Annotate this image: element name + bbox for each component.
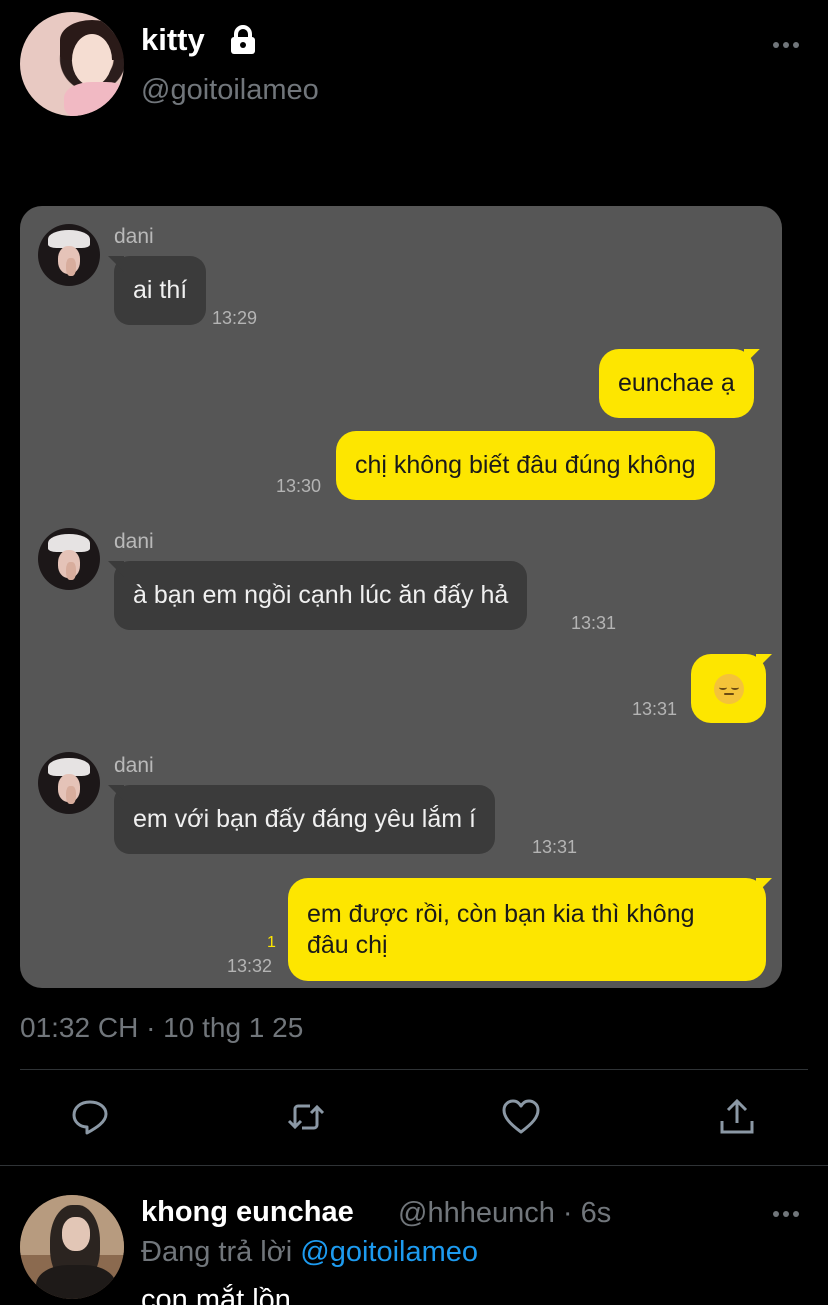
dani-avatar xyxy=(38,752,100,814)
dani-avatar xyxy=(38,528,100,590)
like-icon[interactable] xyxy=(501,1097,541,1137)
message-text: ai thí xyxy=(133,276,188,304)
message-time: 13:31 xyxy=(532,837,578,857)
more-options-icon[interactable] xyxy=(772,40,800,50)
sender-name: dani xyxy=(114,754,154,777)
message-time: 13:31 xyxy=(571,613,617,633)
reply-author-avatar[interactable] xyxy=(20,1195,124,1299)
replying-to: Đang trả lời @goitoilameo xyxy=(141,1236,478,1269)
outgoing-message: em được rồi, còn bạn kia thì không đâu c… xyxy=(288,878,766,981)
message-time: 13:31 xyxy=(632,699,678,719)
retweet-icon[interactable] xyxy=(286,1097,326,1137)
message-time: 13:29 xyxy=(212,308,258,328)
message-text: eunchae ạ xyxy=(618,369,735,397)
sender-name: dani xyxy=(114,530,154,553)
message-text-line: em được rồi, còn bạn kia thì không xyxy=(307,899,695,928)
outgoing-message xyxy=(691,654,766,723)
reply-author-handle-time[interactable]: @hhheunch · 6s xyxy=(398,1197,611,1230)
relieved-face-emoji xyxy=(713,673,744,704)
author-display-name[interactable]: kitty xyxy=(141,22,205,58)
message-text-line: đâu chị xyxy=(307,930,388,959)
author-avatar[interactable] xyxy=(20,12,124,116)
author-handle[interactable]: @goitoilameo xyxy=(141,74,319,107)
outgoing-message: eunchae ạ xyxy=(599,349,754,418)
message-text: à bạn em ngồi cạnh lúc ăn đấy hả xyxy=(133,581,509,609)
lock-icon xyxy=(231,25,255,54)
incoming-message: à bạn em ngồi cạnh lúc ăn đấy hả xyxy=(114,561,528,630)
reply-text: con mắt lồn xyxy=(141,1284,291,1305)
divider xyxy=(0,1165,828,1166)
unread-count: 1 xyxy=(267,934,276,951)
message-text: em với bạn đấy đáng yêu lắm í xyxy=(133,805,476,833)
message-time: 13:30 xyxy=(276,476,322,496)
reply-icon[interactable] xyxy=(70,1097,110,1137)
incoming-message: em với bạn đấy đáng yêu lắm í xyxy=(114,785,495,854)
incoming-message: ai thí xyxy=(114,256,207,325)
outgoing-message: chị không biết đâu đúng không xyxy=(336,431,715,500)
dani-avatar xyxy=(38,224,100,286)
tweet-timestamp[interactable]: 01:32 CH · 10 thg 1 25 xyxy=(20,1012,303,1044)
sender-name: dani xyxy=(114,225,154,248)
attached-chat-screenshot[interactable]: dani ai thí 13:29 eunchae ạ chị không bi… xyxy=(20,206,782,988)
message-time: 13:32 xyxy=(227,956,273,976)
mention-link[interactable]: @goitoilameo xyxy=(300,1236,478,1268)
share-icon[interactable] xyxy=(717,1097,757,1137)
divider xyxy=(20,1069,808,1070)
reply-author-display-name[interactable]: khong eunchae xyxy=(141,1196,354,1229)
replying-prefix: Đang trả lời xyxy=(141,1236,301,1268)
message-text: chị không biết đâu đúng không xyxy=(355,451,696,479)
more-options-icon[interactable] xyxy=(772,1209,800,1219)
